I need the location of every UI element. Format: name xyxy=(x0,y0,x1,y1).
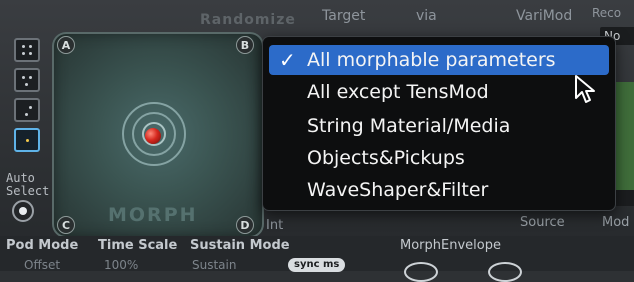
source-label: Source xyxy=(520,215,565,230)
sync-ms-toggle[interactable]: sync ms xyxy=(288,258,346,272)
envelope-knob-1[interactable] xyxy=(404,262,438,282)
menu-item-all-morphable[interactable]: ✓ All morphable parameters xyxy=(269,45,609,75)
morph-pad-label: MORPH xyxy=(108,204,198,226)
menu-item-label: All morphable parameters xyxy=(307,49,556,71)
offset-value[interactable]: Offset xyxy=(24,258,60,272)
morph-target-menu: ✓ All morphable parameters All except Te… xyxy=(262,36,616,211)
record-label: Reco xyxy=(592,6,622,20)
menu-item-all-except-tensmod[interactable]: All except TensMod xyxy=(269,77,609,107)
envelope-knob-2[interactable] xyxy=(488,262,522,282)
morph-point-handle[interactable] xyxy=(145,128,161,144)
auto-select-label: Auto Select xyxy=(6,171,50,198)
pod-mode-label: Pod Mode xyxy=(6,238,79,253)
morph-mode-column xyxy=(10,32,46,156)
via-label: via xyxy=(416,8,437,24)
mouse-pointer-icon xyxy=(575,75,595,103)
mod-label: Mod xyxy=(602,215,630,230)
sustain-mode-label: Sustain Mode xyxy=(190,238,290,253)
menu-item-label: Objects&Pickups xyxy=(307,147,465,169)
mode-button-4point[interactable] xyxy=(14,38,40,62)
menu-item-label: All except TensMod xyxy=(307,81,489,103)
int-label: Int xyxy=(266,218,284,233)
corner-c-label[interactable]: C xyxy=(57,216,75,234)
target-label: Target xyxy=(322,8,366,24)
corner-b-label[interactable]: B xyxy=(236,36,254,54)
corner-a-label[interactable]: A xyxy=(57,36,75,54)
time-scale-value[interactable]: 100% xyxy=(104,258,138,272)
menu-item-string-material-media[interactable]: String Material/Media xyxy=(269,111,609,141)
menu-item-label: WaveShaper&Filter xyxy=(307,179,489,201)
menu-item-objects-pickups[interactable]: Objects&Pickups xyxy=(269,143,609,173)
right-panel-fragment xyxy=(614,82,634,192)
mode-button-line[interactable] xyxy=(14,98,40,122)
corner-d-label[interactable]: D xyxy=(236,216,254,234)
morph-envelope-label: MorphEnvelope xyxy=(400,238,501,253)
auto-select-button[interactable] xyxy=(12,200,34,222)
checkmark-icon: ✓ xyxy=(279,48,296,72)
sustain-mode-value[interactable]: Sustain xyxy=(192,258,236,272)
mode-button-single[interactable] xyxy=(14,128,40,152)
mode-button-xy[interactable] xyxy=(14,68,40,92)
menu-item-waveshaper-filter[interactable]: WaveShaper&Filter xyxy=(269,175,609,205)
time-scale-label: Time Scale xyxy=(98,238,178,253)
menu-item-label: String Material/Media xyxy=(307,115,511,137)
varimod-label: VariMod xyxy=(516,8,573,24)
randomize-label[interactable]: Randomize xyxy=(200,12,296,28)
